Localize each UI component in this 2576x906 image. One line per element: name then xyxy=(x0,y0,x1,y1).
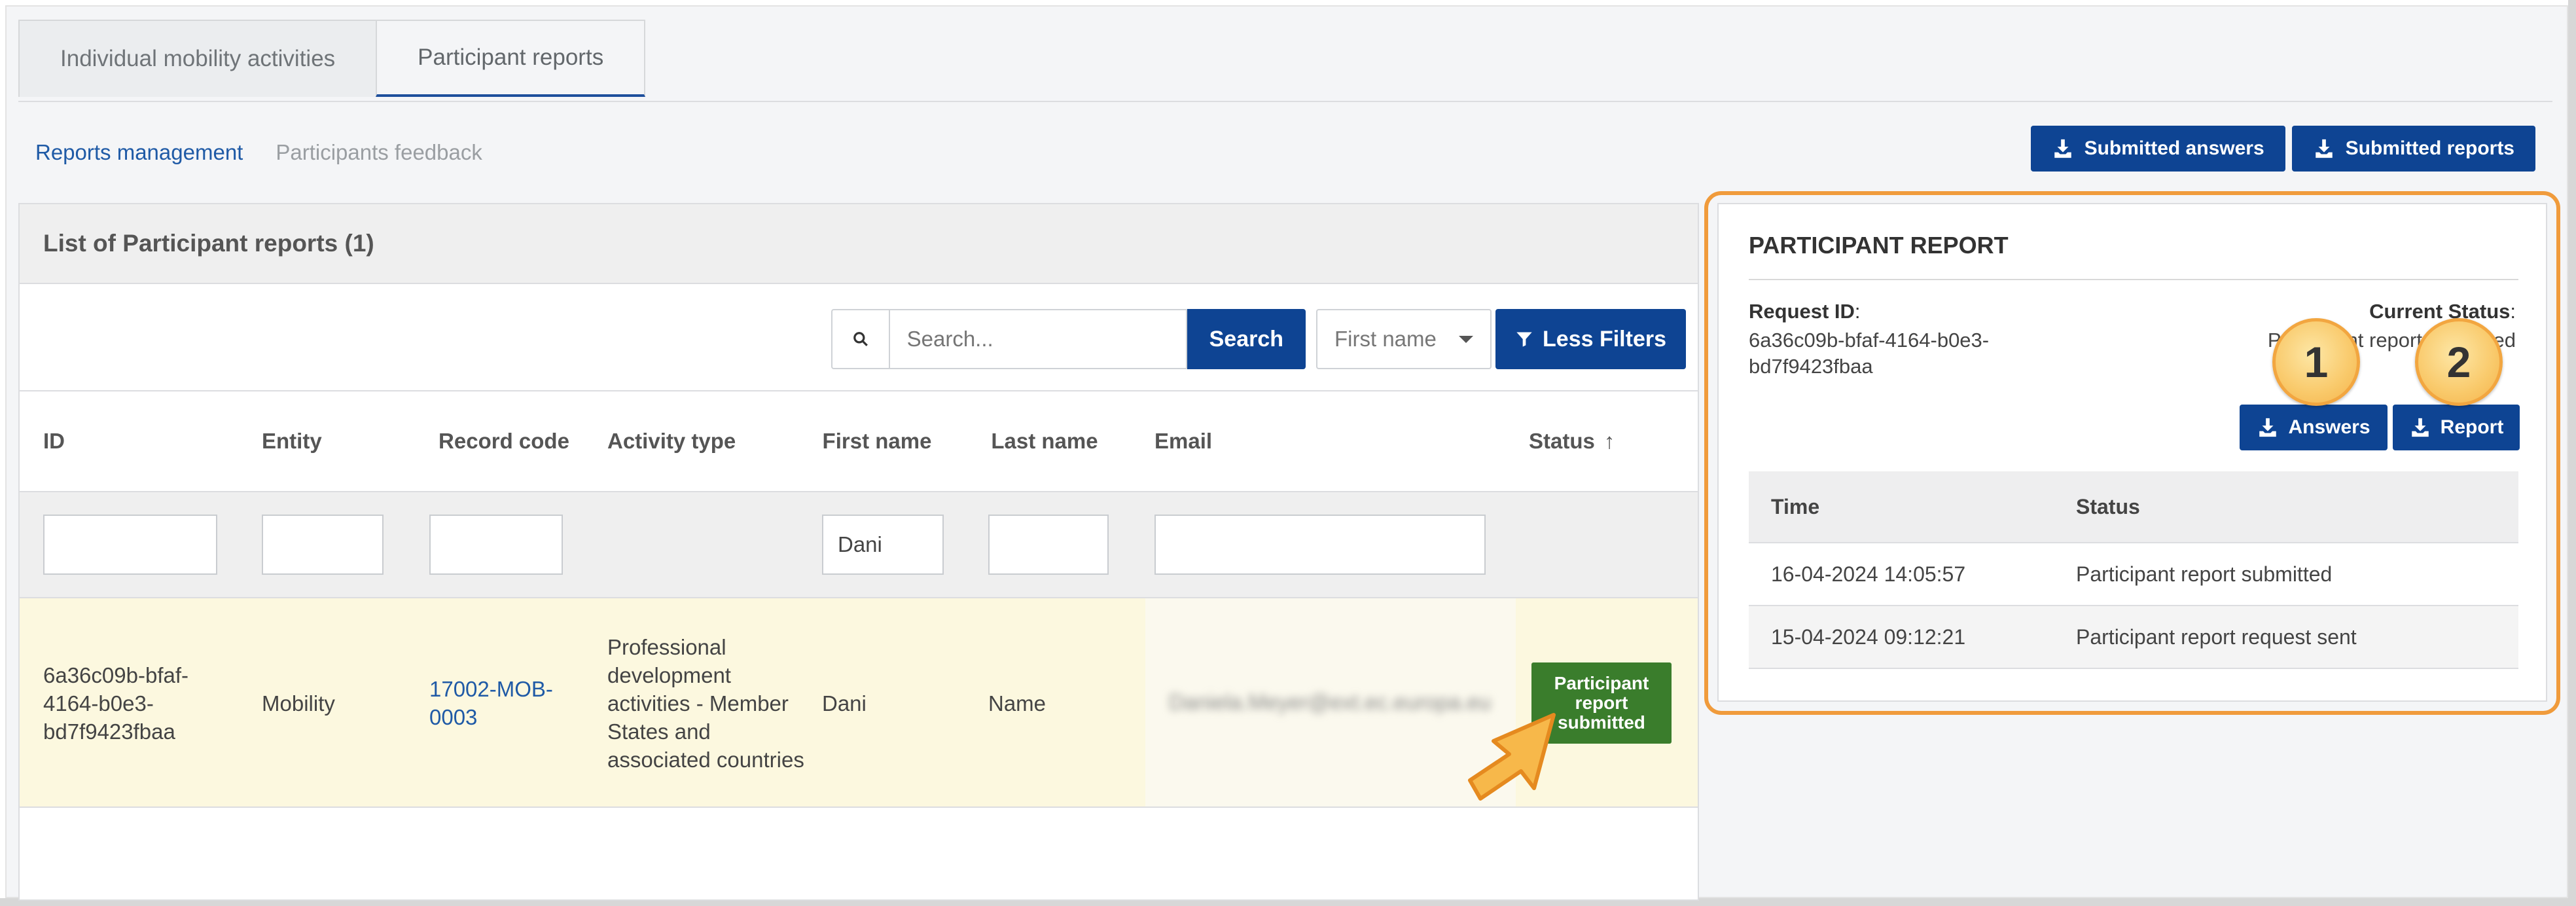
answers-button[interactable]: Answers xyxy=(2240,405,2388,450)
callout-badge-1: 1 xyxy=(2272,318,2360,406)
answers-label: Answers xyxy=(2288,416,2370,438)
tab-individual-mobility-activities[interactable]: Individual mobility activities xyxy=(18,20,378,97)
filter-record-code-input[interactable] xyxy=(429,515,563,575)
filter-first-name-input[interactable] xyxy=(822,515,944,575)
export-buttons: Submitted answers Submitted reports xyxy=(2030,126,2535,172)
screenshot-frame: Individual mobility activities Participa… xyxy=(0,0,2576,906)
history-time: 16-04-2024 14:05:57 xyxy=(1771,562,1966,586)
less-filters-button[interactable]: Less Filters xyxy=(1495,309,1686,369)
report-divider xyxy=(1749,279,2518,280)
report-title: PARTICIPANT REPORT xyxy=(1749,232,2009,259)
filter-entity-input[interactable] xyxy=(262,515,384,575)
request-id-label: Request ID: xyxy=(1749,300,1861,323)
column-header-first-name[interactable]: First name xyxy=(818,391,936,491)
download-icon xyxy=(2257,416,2279,439)
subnav-reports-management[interactable]: Reports management xyxy=(35,140,243,165)
status-header-label: Status xyxy=(1529,429,1595,453)
history-status: Participant report request sent xyxy=(2076,625,2357,649)
tab-participant-reports[interactable]: Participant reports xyxy=(376,20,646,97)
download-icon xyxy=(2313,137,2335,160)
cell-activity-type: Professional development activities - Me… xyxy=(607,634,804,772)
search-input[interactable] xyxy=(888,309,1187,369)
column-header-status[interactable]: Status ↑ xyxy=(1529,391,1615,491)
submitted-answers-button[interactable]: Submitted answers xyxy=(2030,126,2285,172)
filter-id-input[interactable] xyxy=(43,515,217,575)
search-field-value: First name xyxy=(1334,327,1437,351)
history-header: Time Status xyxy=(1749,471,2518,543)
history-status: Participant report submitted xyxy=(2076,562,2333,586)
cell-entity: Mobility xyxy=(262,691,335,716)
chevron-down-icon xyxy=(1459,335,1474,343)
search-icon xyxy=(831,309,889,369)
history-header-status: Status xyxy=(2076,494,2140,518)
participant-report-panel: PARTICIPANT REPORT Request ID: 6a36c09b-… xyxy=(1717,203,2547,702)
history-header-time: Time xyxy=(1771,494,1820,518)
record-code-link[interactable]: 17002-MOB-0003 xyxy=(429,598,580,808)
request-id-value: 6a36c09b-bfaf-4164-b0e3-bd7f9423fbaa xyxy=(1749,329,1990,378)
callout-badge-2: 2 xyxy=(2415,318,2503,406)
status-history-table: Time Status 16-04-2024 14:05:57 Particip… xyxy=(1749,471,2518,669)
filter-last-name-input[interactable] xyxy=(988,515,1109,575)
reports-table: ID Entity Record code Activity type Firs… xyxy=(20,390,1698,808)
tab-bar: Individual mobility activities Participa… xyxy=(18,20,646,97)
history-row: 16-04-2024 14:05:57 Participant report s… xyxy=(1749,543,2518,606)
tabs-divider xyxy=(18,101,2552,102)
column-filters-row xyxy=(20,492,1698,598)
cell-id: 6a36c09b-bfaf-4164-b0e3-bd7f9423fbaa xyxy=(43,662,188,744)
column-header-entity[interactable]: Entity xyxy=(262,391,322,491)
table-header: ID Entity Record code Activity type Firs… xyxy=(20,390,1698,492)
filter-icon xyxy=(1516,332,1532,347)
subnav-participants-feedback[interactable]: Participants feedback xyxy=(276,140,482,165)
column-header-email[interactable]: Email xyxy=(1154,391,1212,491)
report-label: Report xyxy=(2440,416,2504,438)
history-time: 15-04-2024 09:12:21 xyxy=(1771,625,1966,649)
email-text: Daniela.Meyer@ext.ec.europa.eu xyxy=(1169,690,1492,714)
list-toolbar: Search First name Less Filters xyxy=(831,309,1686,369)
submitted-reports-label: Submitted reports xyxy=(2345,137,2514,159)
search-field-select[interactable]: First name xyxy=(1316,309,1492,369)
participant-reports-list-panel: List of Participant reports (1) Search F… xyxy=(18,203,1699,901)
submitted-reports-button[interactable]: Submitted reports xyxy=(2291,126,2535,172)
history-row: 15-04-2024 09:12:21 Participant report r… xyxy=(1749,606,2518,669)
current-status-label: Current Status: xyxy=(2369,300,2516,323)
pointer-arrow-icon xyxy=(1468,713,1556,801)
cell-first-name: Dani xyxy=(822,691,867,716)
search-button[interactable]: Search xyxy=(1187,309,1306,369)
column-header-activity-type[interactable]: Activity type xyxy=(607,391,736,491)
column-header-record-code[interactable]: Record code xyxy=(425,391,582,491)
column-header-last-name[interactable]: Last name xyxy=(986,391,1103,491)
app-window: Individual mobility activities Participa… xyxy=(5,5,2568,901)
submitted-answers-label: Submitted answers xyxy=(2084,137,2264,159)
less-filters-label: Less Filters xyxy=(1543,326,1666,352)
table-row[interactable]: 6a36c09b-bfaf-4164-b0e3-bd7f9423fbaa Mob… xyxy=(20,598,1698,808)
cell-last-name: Name xyxy=(988,691,1046,716)
download-icon xyxy=(2409,416,2431,439)
sub-navigation: Reports management Participants feedback xyxy=(35,140,482,165)
download-icon xyxy=(2052,137,2074,160)
report-button[interactable]: Report xyxy=(2393,405,2520,450)
column-header-id[interactable]: ID xyxy=(43,391,65,491)
sort-ascending-icon: ↑ xyxy=(1603,429,1615,453)
filter-email-input[interactable] xyxy=(1154,515,1486,575)
list-title: List of Participant reports (1) xyxy=(20,204,1698,284)
